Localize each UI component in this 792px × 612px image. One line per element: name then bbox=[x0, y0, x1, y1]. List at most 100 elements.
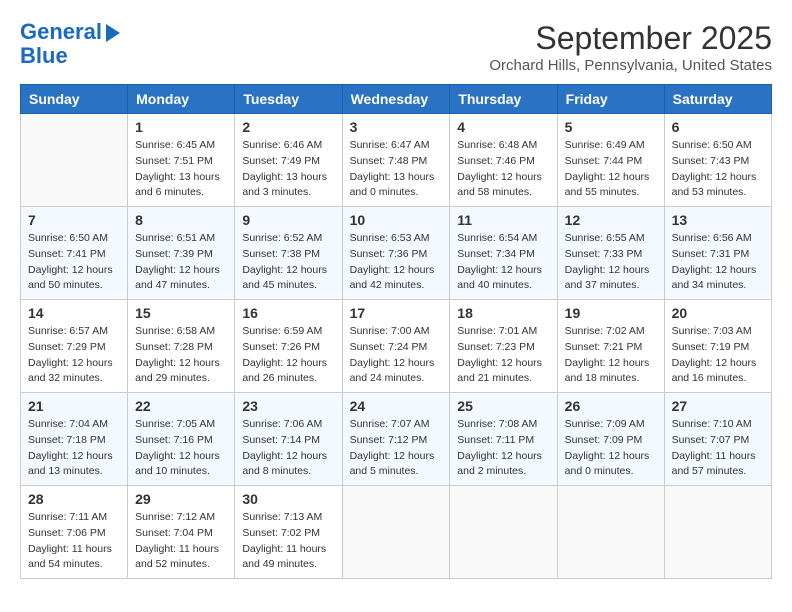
day-number: 15 bbox=[135, 305, 227, 321]
day-info: Sunrise: 7:02 AMSunset: 7:21 PMDaylight:… bbox=[565, 324, 657, 387]
day-number: 27 bbox=[672, 398, 764, 414]
day-number: 10 bbox=[350, 212, 443, 228]
day-number: 8 bbox=[135, 212, 227, 228]
calendar-cell: 1 Sunrise: 6:45 AMSunset: 7:51 PMDaylight… bbox=[128, 114, 235, 207]
day-info: Sunrise: 7:05 AMSunset: 7:16 PMDaylight:… bbox=[135, 417, 227, 480]
calendar: SundayMondayTuesdayWednesdayThursdayFrid… bbox=[20, 84, 772, 579]
calendar-cell: 29 Sunrise: 7:12 AMSunset: 7:04 PMDayligh… bbox=[128, 486, 235, 579]
day-number: 13 bbox=[672, 212, 764, 228]
calendar-cell: 25 Sunrise: 7:08 AMSunset: 7:11 PMDayligh… bbox=[450, 393, 557, 486]
day-number: 11 bbox=[457, 212, 549, 228]
calendar-cell: 12 Sunrise: 6:55 AMSunset: 7:33 PMDayligh… bbox=[557, 207, 664, 300]
day-number: 4 bbox=[457, 119, 549, 135]
day-number: 17 bbox=[350, 305, 443, 321]
day-info: Sunrise: 7:06 AMSunset: 7:14 PMDaylight:… bbox=[242, 417, 334, 480]
calendar-cell: 21Sunrise: 7:04 AMSunset: 7:18 PMDayligh… bbox=[21, 393, 128, 486]
day-info: Sunrise: 6:57 AMSunset: 7:29 PMDaylight:… bbox=[28, 324, 120, 387]
calendar-cell: 18 Sunrise: 7:01 AMSunset: 7:23 PMDayligh… bbox=[450, 300, 557, 393]
day-info: Sunrise: 7:09 AMSunset: 7:09 PMDaylight:… bbox=[565, 417, 657, 480]
page-header: General Blue September 2025 Orchard Hill… bbox=[20, 20, 772, 74]
day-number: 26 bbox=[565, 398, 657, 414]
day-info: Sunrise: 6:50 AMSunset: 7:43 PMDaylight:… bbox=[672, 138, 764, 201]
day-info: Sunrise: 6:50 AMSunset: 7:41 PMDaylight:… bbox=[28, 231, 120, 294]
day-info: Sunrise: 6:46 AMSunset: 7:49 PMDaylight:… bbox=[242, 138, 334, 201]
calendar-cell: 2 Sunrise: 6:46 AMSunset: 7:49 PMDaylight… bbox=[235, 114, 342, 207]
calendar-week-row: 21Sunrise: 7:04 AMSunset: 7:18 PMDayligh… bbox=[21, 393, 772, 486]
day-info: Sunrise: 7:13 AMSunset: 7:02 PMDaylight:… bbox=[242, 510, 334, 573]
day-number: 5 bbox=[565, 119, 657, 135]
calendar-cell: 3 Sunrise: 6:47 AMSunset: 7:48 PMDaylight… bbox=[342, 114, 450, 207]
day-info: Sunrise: 7:01 AMSunset: 7:23 PMDaylight:… bbox=[457, 324, 549, 387]
calendar-cell: 27 Sunrise: 7:10 AMSunset: 7:07 PMDayligh… bbox=[664, 393, 771, 486]
day-info: Sunrise: 7:00 AMSunset: 7:24 PMDaylight:… bbox=[350, 324, 443, 387]
day-number: 1 bbox=[135, 119, 227, 135]
calendar-cell: 10Sunrise: 6:53 AMSunset: 7:36 PMDayligh… bbox=[342, 207, 450, 300]
calendar-cell: 8 Sunrise: 6:51 AMSunset: 7:39 PMDaylight… bbox=[128, 207, 235, 300]
title-block: September 2025 Orchard Hills, Pennsylvan… bbox=[489, 20, 772, 74]
day-number: 25 bbox=[457, 398, 549, 414]
weekday-header-tuesday: Tuesday bbox=[235, 85, 342, 114]
calendar-cell: 28Sunrise: 7:11 AMSunset: 7:06 PMDayligh… bbox=[21, 486, 128, 579]
day-info: Sunrise: 6:54 AMSunset: 7:34 PMDaylight:… bbox=[457, 231, 549, 294]
day-info: Sunrise: 6:51 AMSunset: 7:39 PMDaylight:… bbox=[135, 231, 227, 294]
calendar-cell bbox=[450, 486, 557, 579]
calendar-cell bbox=[342, 486, 450, 579]
calendar-week-row: 1 Sunrise: 6:45 AMSunset: 7:51 PMDaylight… bbox=[21, 114, 772, 207]
calendar-cell: 19Sunrise: 7:02 AMSunset: 7:21 PMDayligh… bbox=[557, 300, 664, 393]
weekday-header-row: SundayMondayTuesdayWednesdayThursdayFrid… bbox=[21, 85, 772, 114]
day-number: 18 bbox=[457, 305, 549, 321]
day-info: Sunrise: 7:10 AMSunset: 7:07 PMDaylight:… bbox=[672, 417, 764, 480]
weekday-header-thursday: Thursday bbox=[450, 85, 557, 114]
day-number: 3 bbox=[350, 119, 443, 135]
day-number: 22 bbox=[135, 398, 227, 414]
calendar-cell: 5 Sunrise: 6:49 AMSunset: 7:44 PMDaylight… bbox=[557, 114, 664, 207]
calendar-cell: 6 Sunrise: 6:50 AMSunset: 7:43 PMDaylight… bbox=[664, 114, 771, 207]
day-info: Sunrise: 7:12 AMSunset: 7:04 PMDaylight:… bbox=[135, 510, 227, 573]
weekday-header-sunday: Sunday bbox=[21, 85, 128, 114]
calendar-cell: 22 Sunrise: 7:05 AMSunset: 7:16 PMDayligh… bbox=[128, 393, 235, 486]
calendar-cell: 17 Sunrise: 7:00 AMSunset: 7:24 PMDayligh… bbox=[342, 300, 450, 393]
calendar-cell: 4 Sunrise: 6:48 AMSunset: 7:46 PMDaylight… bbox=[450, 114, 557, 207]
day-number: 9 bbox=[242, 212, 334, 228]
month-title: September 2025 bbox=[489, 20, 772, 57]
day-number: 7 bbox=[28, 212, 120, 228]
weekday-header-saturday: Saturday bbox=[664, 85, 771, 114]
day-info: Sunrise: 7:08 AMSunset: 7:11 PMDaylight:… bbox=[457, 417, 549, 480]
calendar-cell: 30 Sunrise: 7:13 AMSunset: 7:02 PMDayligh… bbox=[235, 486, 342, 579]
day-number: 29 bbox=[135, 491, 227, 507]
day-info: Sunrise: 6:59 AMSunset: 7:26 PMDaylight:… bbox=[242, 324, 334, 387]
day-number: 24 bbox=[350, 398, 443, 414]
location: Orchard Hills, Pennsylvania, United Stat… bbox=[489, 57, 772, 74]
day-info: Sunrise: 6:55 AMSunset: 7:33 PMDaylight:… bbox=[565, 231, 657, 294]
day-number: 12 bbox=[565, 212, 657, 228]
day-info: Sunrise: 7:03 AMSunset: 7:19 PMDaylight:… bbox=[672, 324, 764, 387]
calendar-cell: 23Sunrise: 7:06 AMSunset: 7:14 PMDayligh… bbox=[235, 393, 342, 486]
day-info: Sunrise: 6:48 AMSunset: 7:46 PMDaylight:… bbox=[457, 138, 549, 201]
calendar-cell: 13 Sunrise: 6:56 AMSunset: 7:31 PMDayligh… bbox=[664, 207, 771, 300]
calendar-cell: 9 Sunrise: 6:52 AMSunset: 7:38 PMDaylight… bbox=[235, 207, 342, 300]
calendar-cell: 7 Sunrise: 6:50 AMSunset: 7:41 PMDaylight… bbox=[21, 207, 128, 300]
day-info: Sunrise: 6:45 AMSunset: 7:51 PMDaylight:… bbox=[135, 138, 227, 201]
day-number: 2 bbox=[242, 119, 334, 135]
calendar-cell bbox=[21, 114, 128, 207]
calendar-week-row: 14 Sunrise: 6:57 AMSunset: 7:29 PMDayligh… bbox=[21, 300, 772, 393]
logo-text: General bbox=[20, 20, 102, 44]
day-info: Sunrise: 7:11 AMSunset: 7:06 PMDaylight:… bbox=[28, 510, 120, 573]
calendar-cell bbox=[664, 486, 771, 579]
logo: General Blue bbox=[20, 20, 120, 68]
day-info: Sunrise: 6:56 AMSunset: 7:31 PMDaylight:… bbox=[672, 231, 764, 294]
day-info: Sunrise: 6:47 AMSunset: 7:48 PMDaylight:… bbox=[350, 138, 443, 201]
logo-text2: Blue bbox=[20, 44, 120, 68]
day-number: 20 bbox=[672, 305, 764, 321]
calendar-cell: 11 Sunrise: 6:54 AMSunset: 7:34 PMDayligh… bbox=[450, 207, 557, 300]
weekday-header-wednesday: Wednesday bbox=[342, 85, 450, 114]
calendar-cell: 15 Sunrise: 6:58 AMSunset: 7:28 PMDayligh… bbox=[128, 300, 235, 393]
day-number: 6 bbox=[672, 119, 764, 135]
weekday-header-monday: Monday bbox=[128, 85, 235, 114]
day-info: Sunrise: 6:49 AMSunset: 7:44 PMDaylight:… bbox=[565, 138, 657, 201]
weekday-header-friday: Friday bbox=[557, 85, 664, 114]
day-number: 14 bbox=[28, 305, 120, 321]
day-number: 30 bbox=[242, 491, 334, 507]
day-info: Sunrise: 6:58 AMSunset: 7:28 PMDaylight:… bbox=[135, 324, 227, 387]
day-info: Sunrise: 6:52 AMSunset: 7:38 PMDaylight:… bbox=[242, 231, 334, 294]
